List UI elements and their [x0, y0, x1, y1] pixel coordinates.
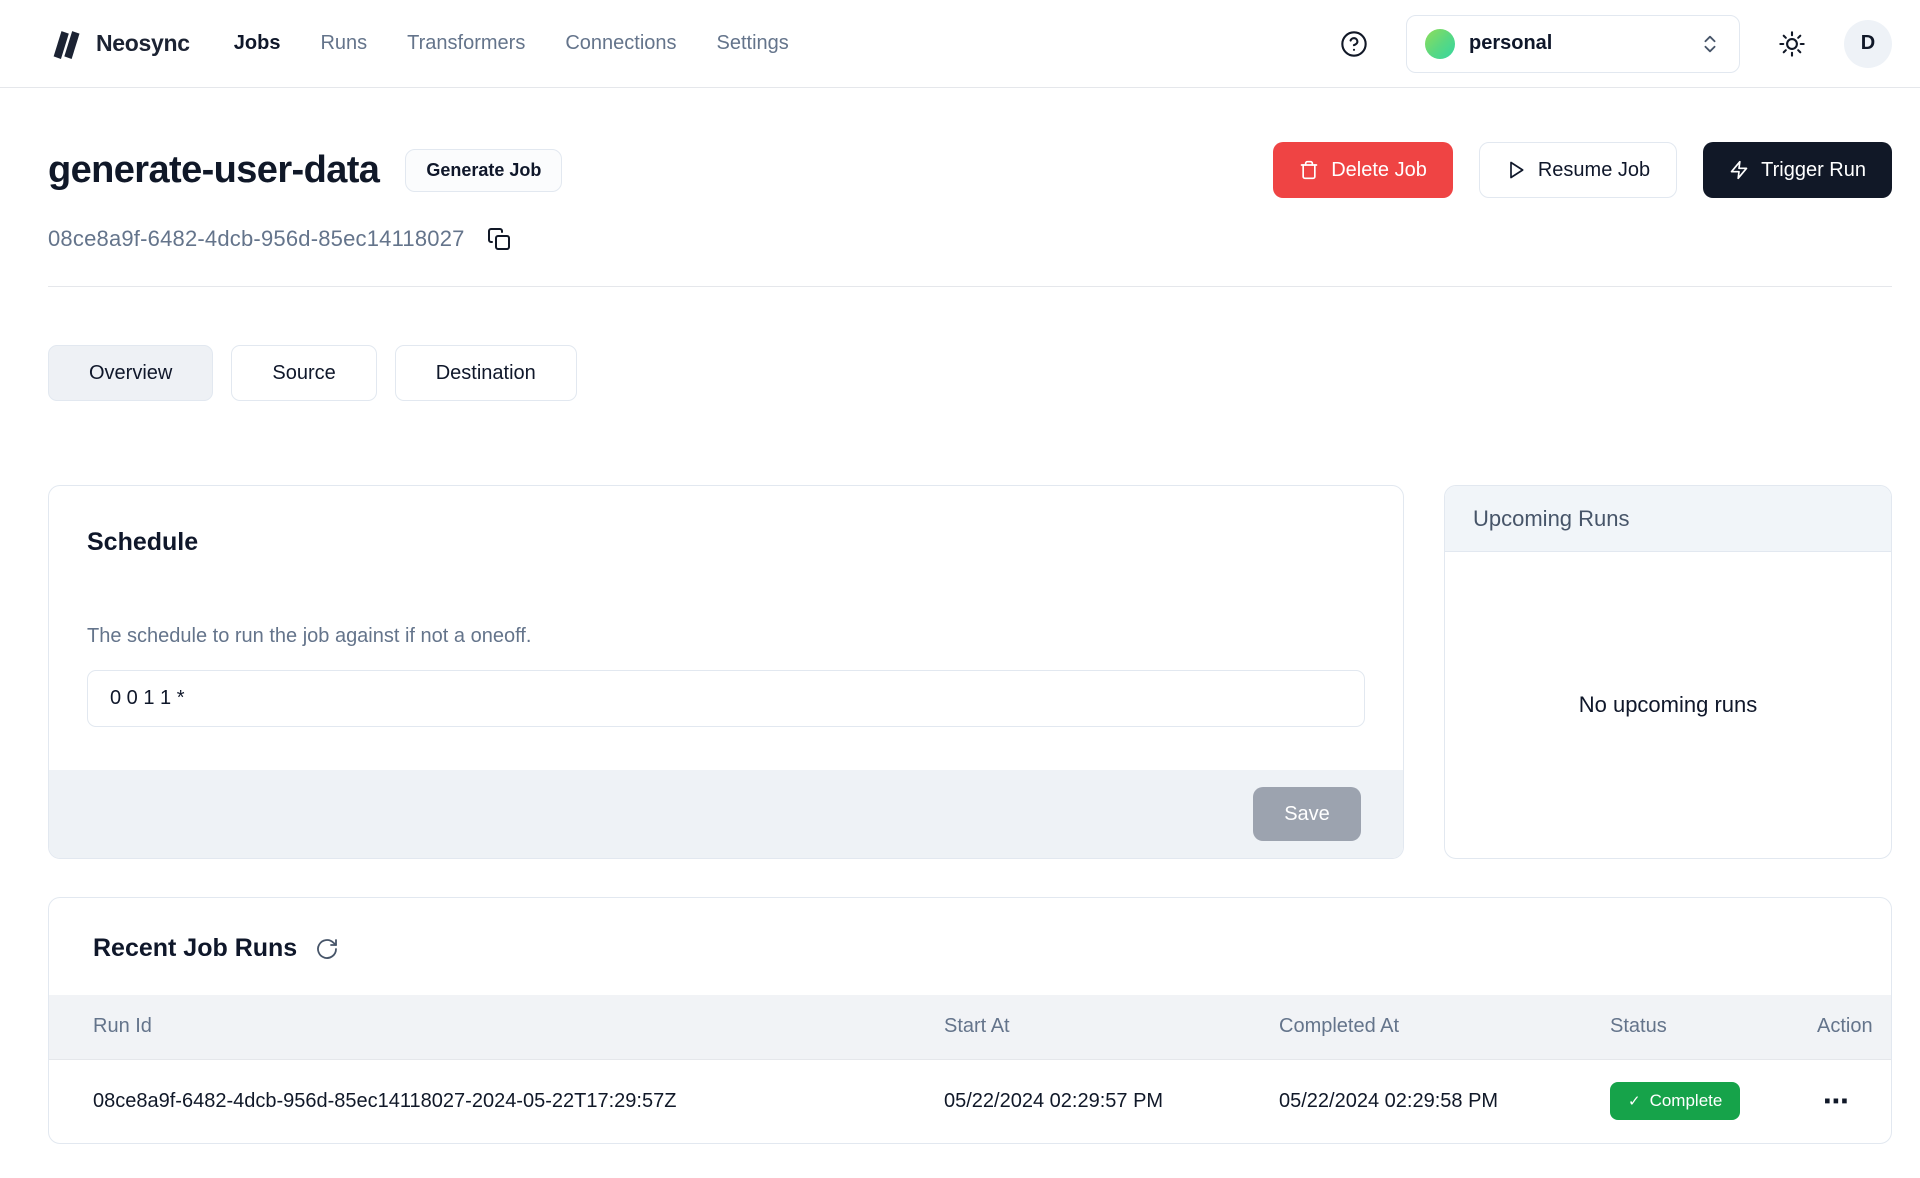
chevrons-up-down-icon [1699, 33, 1721, 55]
recent-job-runs-header: Recent Job Runs [49, 898, 1891, 995]
job-id: 08ce8a9f-6482-4dcb-956d-85ec14118027 [48, 226, 465, 252]
upcoming-runs-body: No upcoming runs [1445, 552, 1891, 858]
job-id-row: 08ce8a9f-6482-4dcb-956d-85ec14118027 [48, 226, 1892, 252]
status-cell: ✓ Complete [1610, 1059, 1817, 1143]
table-row: 08ce8a9f-6482-4dcb-956d-85ec14118027-202… [49, 1059, 1891, 1143]
schedule-description: The schedule to run the job against if n… [87, 625, 1365, 648]
trash-icon [1299, 160, 1319, 180]
upcoming-runs-header: Upcoming Runs [1445, 486, 1891, 552]
trigger-run-label: Trigger Run [1761, 159, 1866, 182]
brand-name: Neosync [96, 30, 190, 57]
resume-job-label: Resume Job [1538, 159, 1650, 182]
check-icon: ✓ [1628, 1092, 1641, 1110]
nav-item-settings[interactable]: Settings [717, 32, 789, 55]
account-switcher[interactable]: personal [1406, 15, 1740, 73]
job-tabs: Overview Source Destination [48, 345, 1892, 401]
save-button[interactable]: Save [1253, 787, 1361, 841]
page-title: generate-user-data [48, 149, 379, 192]
refresh-runs-button[interactable] [315, 937, 339, 961]
no-upcoming-runs-message: No upcoming runs [1579, 692, 1758, 718]
delete-job-label: Delete Job [1331, 159, 1427, 182]
completed-at-cell: 05/22/2024 02:29:58 PM [1279, 1059, 1610, 1143]
page-actions: Delete Job Resume Job Trigger Run [1273, 142, 1892, 198]
nav-item-connections[interactable]: Connections [565, 32, 676, 55]
main-content: generate-user-data Generate Job Delete J… [0, 142, 1920, 1144]
upcoming-runs-card: Upcoming Runs No upcoming runs [1444, 485, 1892, 859]
page-header: generate-user-data Generate Job Delete J… [48, 142, 1892, 198]
user-avatar[interactable]: D [1844, 20, 1892, 68]
recent-job-runs-card: Recent Job Runs Run Id Start At Complete… [48, 897, 1892, 1144]
overview-cards-row: Schedule The schedule to run the job aga… [48, 485, 1892, 859]
help-circle-icon [1340, 30, 1368, 58]
schedule-card-footer: Save [49, 770, 1403, 858]
job-runs-table: Run Id Start At Completed At Status Acti… [49, 995, 1891, 1143]
cron-schedule-input[interactable] [87, 670, 1365, 727]
action-cell: ⋯ [1817, 1059, 1891, 1143]
nav-item-transformers[interactable]: Transformers [407, 32, 525, 55]
status-badge: ✓ Complete [1610, 1082, 1740, 1120]
sun-icon [1778, 30, 1806, 58]
help-button[interactable] [1340, 30, 1368, 58]
nav-item-jobs[interactable]: Jobs [234, 32, 281, 55]
run-id-cell[interactable]: 08ce8a9f-6482-4dcb-956d-85ec14118027-202… [49, 1059, 944, 1143]
brand[interactable]: Neosync [48, 26, 190, 62]
lightning-icon [1729, 160, 1749, 180]
account-avatar [1425, 29, 1455, 59]
play-icon [1506, 160, 1526, 180]
row-actions-button[interactable]: ⋯ [1823, 1086, 1851, 1117]
tab-destination[interactable]: Destination [395, 345, 577, 401]
resume-job-button[interactable]: Resume Job [1479, 142, 1677, 198]
job-type-badge: Generate Job [405, 149, 562, 192]
tab-source[interactable]: Source [231, 345, 376, 401]
account-label: personal [1469, 32, 1552, 55]
copy-icon [487, 227, 511, 251]
schedule-card-body: Schedule The schedule to run the job aga… [49, 486, 1403, 770]
nav-item-runs[interactable]: Runs [320, 32, 367, 55]
column-start-at: Start At [944, 995, 1279, 1059]
top-navbar: Neosync Jobs Runs Transformers Connectio… [0, 0, 1920, 88]
table-header-row: Run Id Start At Completed At Status Acti… [49, 995, 1891, 1059]
delete-job-button[interactable]: Delete Job [1273, 142, 1453, 198]
navbar-right: personal D [1340, 15, 1892, 73]
neosync-logo-icon [48, 26, 84, 62]
theme-toggle-button[interactable] [1778, 30, 1806, 58]
column-completed-at: Completed At [1279, 995, 1610, 1059]
column-action: Action [1817, 995, 1891, 1059]
start-at-cell: 05/22/2024 02:29:57 PM [944, 1059, 1279, 1143]
column-status: Status [1610, 995, 1817, 1059]
column-run-id: Run Id [49, 995, 944, 1059]
status-label: Complete [1650, 1091, 1723, 1111]
page-title-group: generate-user-data Generate Job [48, 149, 562, 192]
recent-job-runs-title: Recent Job Runs [93, 934, 297, 963]
main-nav: Jobs Runs Transformers Connections Setti… [234, 32, 789, 55]
copy-job-id-button[interactable] [487, 227, 511, 251]
tab-overview[interactable]: Overview [48, 345, 213, 401]
trigger-run-button[interactable]: Trigger Run [1703, 142, 1892, 198]
refresh-icon [315, 937, 339, 961]
schedule-card: Schedule The schedule to run the job aga… [48, 485, 1404, 859]
schedule-title: Schedule [87, 528, 1365, 557]
header-divider [48, 286, 1892, 287]
